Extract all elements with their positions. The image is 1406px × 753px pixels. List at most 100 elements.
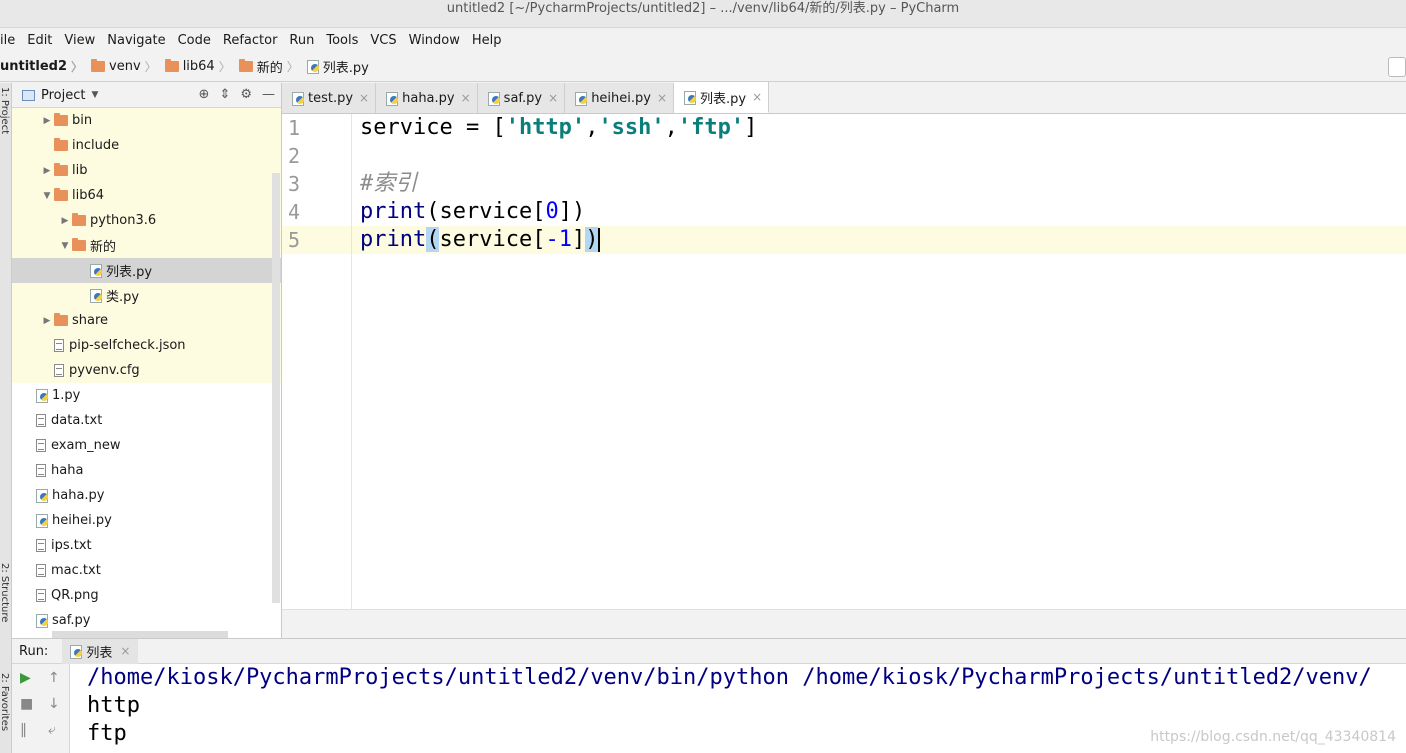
gear-icon[interactable]: ⚙ bbox=[240, 87, 252, 102]
project-view-icon bbox=[22, 89, 35, 101]
chevron-right-icon[interactable]: ▶ bbox=[40, 316, 54, 326]
favorites-tool-window-button[interactable]: 2: Favorites bbox=[0, 673, 10, 731]
locate-icon[interactable]: ⊕ bbox=[199, 87, 210, 102]
tree-item[interactable]: include bbox=[12, 133, 281, 158]
chevron-right-icon[interactable]: ▶ bbox=[58, 216, 72, 226]
collapse-all-icon[interactable]: ⇕ bbox=[219, 87, 230, 102]
code-text: (service[ bbox=[426, 199, 546, 224]
tree-item[interactable]: pyvenv.cfg bbox=[12, 358, 281, 383]
code-line-5[interactable]: print(service[-1]) bbox=[352, 226, 1406, 254]
tree-item[interactable]: ▼ 新的 bbox=[12, 233, 281, 258]
tree-item[interactable]: ▶ lib bbox=[12, 158, 281, 183]
tree-vertical-scrollbar[interactable] bbox=[272, 173, 280, 603]
breadcrumb-label: 新的 bbox=[256, 61, 283, 76]
structure-tool-window-button[interactable]: 2: Structure bbox=[0, 563, 10, 622]
project-panel: Project ▼ ⊕ ⇕ ⚙ — ▶ bin include ▶ lib ▼ lib64 ▶… bbox=[12, 83, 282, 638]
stop-icon[interactable]: ■ bbox=[20, 696, 33, 712]
tree-item[interactable]: 列表.py bbox=[12, 258, 281, 283]
project-tool-window-button[interactable]: 1: Project bbox=[0, 87, 10, 134]
rerun-icon[interactable]: ▶ bbox=[20, 670, 31, 686]
menu-file[interactable]: ile bbox=[0, 33, 21, 48]
tree-item-label: mac.txt bbox=[51, 563, 101, 578]
run-tab-label: 列表 bbox=[86, 645, 113, 661]
chevron-down-icon[interactable]: ▼ bbox=[58, 241, 72, 251]
arrow-up-icon[interactable]: ↑ bbox=[48, 670, 60, 686]
tree-item[interactable]: 1.py bbox=[12, 383, 281, 408]
breadcrumb-item-venv[interactable]: venv 〉 bbox=[91, 58, 161, 75]
code-line-3[interactable]: #索引 bbox=[352, 170, 1406, 198]
menu-tools[interactable]: Tools bbox=[320, 33, 364, 48]
chevron-down-icon[interactable]: ▼ bbox=[91, 90, 98, 100]
tree-item[interactable]: pip-selfcheck.json bbox=[12, 333, 281, 358]
soft-wrap-icon[interactable]: ⤶ bbox=[48, 722, 56, 738]
menu-vcs[interactable]: VCS bbox=[364, 33, 402, 48]
tree-item[interactable]: ▶ share bbox=[12, 308, 281, 333]
menu-navigate[interactable]: Navigate bbox=[101, 33, 171, 48]
run-tab[interactable]: 列表 × bbox=[62, 638, 139, 664]
close-icon[interactable]: × bbox=[657, 91, 667, 105]
editor-tab[interactable]: heihei.py × bbox=[565, 83, 675, 113]
close-icon[interactable]: × bbox=[752, 90, 762, 104]
tree-item[interactable]: exam_new bbox=[12, 433, 281, 458]
editor-tab[interactable]: test.py × bbox=[282, 83, 377, 113]
menu-bar: ile Edit View Navigate Code Refactor Run… bbox=[0, 28, 1406, 52]
editor-tab[interactable]: saf.py × bbox=[477, 83, 566, 113]
hide-icon[interactable]: — bbox=[262, 87, 275, 102]
menu-edit[interactable]: Edit bbox=[21, 33, 58, 48]
close-icon[interactable]: × bbox=[548, 91, 558, 105]
project-tree: ▶ bin include ▶ lib ▼ lib64 ▶ python3.6 ▼ 新的 列表.py 类… bbox=[12, 108, 281, 633]
editor-tab[interactable]: 列表.py × bbox=[674, 82, 770, 113]
code-line-4[interactable]: print(service[0]) bbox=[352, 198, 1406, 226]
python-file-icon bbox=[36, 489, 48, 503]
tree-item-label: pip-selfcheck.json bbox=[69, 338, 186, 353]
menu-help[interactable]: Help bbox=[466, 33, 508, 48]
tree-item[interactable]: ▼ lib64 bbox=[12, 183, 281, 208]
run-console[interactable]: /home/kiosk/PycharmProjects/untitled2/ve… bbox=[70, 664, 1406, 753]
tree-item-label: haha bbox=[51, 463, 84, 478]
number-literal: -1 bbox=[545, 227, 572, 252]
chevron-down-icon[interactable]: ▼ bbox=[40, 191, 54, 201]
chevron-right-icon[interactable]: ▶ bbox=[40, 116, 54, 126]
code-content[interactable]: service = ['http','ssh','ftp'] #索引 print… bbox=[352, 114, 1406, 254]
tree-item[interactable]: ▶ python3.6 bbox=[12, 208, 281, 233]
tree-horizontal-scrollbar[interactable] bbox=[52, 631, 228, 638]
arrow-down-icon[interactable]: ↓ bbox=[48, 696, 60, 712]
tree-item[interactable]: ▶ bin bbox=[12, 108, 281, 133]
tree-item[interactable]: saf.py bbox=[12, 608, 281, 633]
close-icon[interactable]: × bbox=[359, 91, 369, 105]
breadcrumb-item-lib64[interactable]: lib64 〉 bbox=[164, 58, 235, 75]
tree-item[interactable]: haha bbox=[12, 458, 281, 483]
file-icon bbox=[36, 439, 46, 452]
tree-item[interactable]: heihei.py bbox=[12, 508, 281, 533]
code-line-1[interactable]: service = ['http','ssh','ftp'] bbox=[352, 114, 1406, 142]
code-line-2[interactable] bbox=[352, 142, 1406, 170]
tree-item[interactable]: data.txt bbox=[12, 408, 281, 433]
code-text: , bbox=[664, 115, 678, 140]
editor-tab[interactable]: haha.py × bbox=[376, 83, 478, 113]
line-number: 1 bbox=[288, 116, 301, 140]
breadcrumb-item-untitled2[interactable]: untitled2 〉 bbox=[0, 58, 87, 75]
menu-run[interactable]: Run bbox=[283, 33, 320, 48]
project-view-selector[interactable]: Project bbox=[41, 88, 85, 103]
close-icon[interactable]: × bbox=[461, 91, 471, 105]
line-number: 5 bbox=[282, 226, 351, 254]
tree-item[interactable]: ips.txt bbox=[12, 533, 281, 558]
close-icon[interactable]: × bbox=[120, 644, 130, 658]
menu-refactor[interactable]: Refactor bbox=[217, 33, 284, 48]
menu-window[interactable]: Window bbox=[403, 33, 466, 48]
tree-item-label: lib64 bbox=[72, 188, 105, 203]
tree-item-label: python3.6 bbox=[90, 213, 157, 228]
menu-code[interactable]: Code bbox=[172, 33, 217, 48]
menu-view[interactable]: View bbox=[58, 33, 101, 48]
tree-item[interactable]: QR.png bbox=[12, 583, 281, 608]
tree-item[interactable]: haha.py bbox=[12, 483, 281, 508]
tree-item-label: haha.py bbox=[52, 488, 105, 503]
breadcrumb-item-file[interactable]: 列表.py bbox=[306, 57, 369, 76]
tree-item[interactable]: mac.txt bbox=[12, 558, 281, 583]
matched-brace: ( bbox=[426, 227, 440, 252]
breadcrumb-item-new[interactable]: 新的〉 bbox=[238, 57, 303, 76]
pause-icon[interactable]: ‖ bbox=[20, 722, 27, 738]
chevron-right-icon[interactable]: ▶ bbox=[40, 166, 54, 176]
tree-item[interactable]: 类.py bbox=[12, 283, 281, 308]
toolbar-button[interactable] bbox=[1388, 57, 1406, 77]
